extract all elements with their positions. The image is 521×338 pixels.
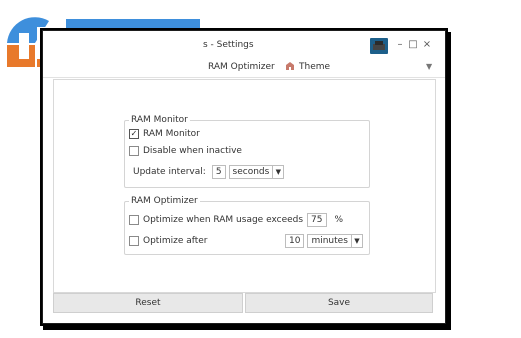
optimize-after-row: Optimize after 10 minutes ▼	[129, 234, 363, 248]
usage-label: Optimize when RAM usage exceeds	[143, 215, 304, 225]
optimize-after-label: Optimize after	[143, 236, 208, 246]
optimize-after-unit-value: minutes	[311, 236, 348, 246]
close-button[interactable]: ×	[421, 39, 433, 51]
tab-bar: RAM Optimizer Theme ▼	[43, 59, 445, 78]
app-icon	[370, 38, 388, 54]
chevron-down-icon: ▼	[272, 166, 283, 178]
reset-button[interactable]: Reset	[53, 293, 243, 313]
maximize-button[interactable]: □	[407, 39, 419, 51]
minimize-button[interactable]: –	[394, 39, 406, 51]
usage-row: Optimize when RAM usage exceeds 75 %	[129, 213, 343, 227]
ram-monitor-legend: RAM Monitor	[129, 115, 190, 125]
usage-input[interactable]: 75	[307, 213, 327, 227]
update-interval-unit-select[interactable]: seconds ▼	[228, 165, 285, 179]
theme-icon	[285, 61, 295, 71]
tab-ram-optimizer[interactable]: RAM Optimizer	[208, 62, 275, 72]
ram-optimizer-group: RAM Optimizer Optimize when RAM usage ex…	[124, 196, 370, 255]
save-button[interactable]: Save	[245, 293, 433, 313]
optimize-after-checkbox[interactable]	[129, 236, 139, 246]
window-title: s - Settings	[203, 40, 254, 50]
disable-inactive-label: Disable when inactive	[143, 146, 242, 156]
settings-content: RAM Monitor ✓ RAM Monitor Disable when i…	[53, 79, 436, 293]
update-interval-label: Update interval:	[133, 167, 206, 177]
title-bar: s - Settings – □ ×	[43, 31, 445, 59]
chevron-down-icon[interactable]: ▼	[426, 62, 432, 71]
usage-unit: %	[334, 215, 344, 225]
ram-monitor-group: RAM Monitor ✓ RAM Monitor Disable when i…	[124, 115, 370, 188]
disable-inactive-row: Disable when inactive	[129, 146, 242, 156]
disable-inactive-checkbox[interactable]	[129, 146, 139, 156]
settings-window: s - Settings – □ × RAM Optimizer Theme ▼…	[42, 30, 446, 324]
optimize-after-input[interactable]: 10	[285, 234, 305, 248]
update-interval-input[interactable]: 5	[211, 165, 226, 179]
usage-checkbox[interactable]	[129, 215, 139, 225]
tab-theme[interactable]: Theme	[299, 62, 330, 72]
optimize-after-unit-select[interactable]: minutes ▼	[307, 234, 363, 248]
ram-optimizer-legend: RAM Optimizer	[129, 196, 200, 206]
update-interval-unit-value: seconds	[232, 167, 270, 177]
update-interval-row: Update interval: 5 seconds ▼	[133, 165, 285, 179]
ram-monitor-row: ✓ RAM Monitor	[129, 129, 200, 139]
ram-monitor-label: RAM Monitor	[143, 129, 200, 139]
ram-monitor-checkbox[interactable]: ✓	[129, 129, 139, 139]
chevron-down-icon: ▼	[350, 235, 362, 247]
